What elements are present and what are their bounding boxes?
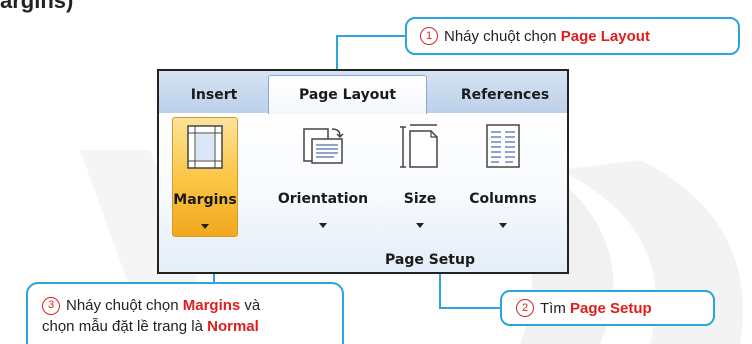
size-button[interactable]: Size <box>395 117 445 237</box>
callout-2-highlight: Page Setup <box>570 299 652 317</box>
step-number-1: 1 <box>420 27 438 45</box>
tab-page-layout[interactable]: Page Layout <box>268 75 427 114</box>
step-number-2: 2 <box>516 299 534 317</box>
tab-references[interactable]: References <box>445 77 565 113</box>
columns-dropdown-arrow-icon <box>499 223 507 228</box>
step-number-3: 3 <box>42 296 60 315</box>
size-dropdown-arrow-icon <box>416 223 424 228</box>
orientation-dropdown-arrow-icon <box>319 223 327 228</box>
columns-icon <box>486 124 520 168</box>
tab-insert[interactable]: Insert <box>163 77 265 113</box>
callout-3-line-1-suffix: và <box>240 297 261 314</box>
callout-3-line-1-highlight: Margins <box>182 297 241 314</box>
slide-canvas: argins) Insert Page Layout References Ma… <box>0 0 752 344</box>
callout-3-line-1: 3 Nháy chuột chọn Margins và <box>42 295 260 316</box>
callout-3-line-2: chọn mẫu đặt lề trang là Normal <box>42 316 259 337</box>
margins-icon <box>187 125 223 169</box>
columns-label: Columns <box>469 191 537 207</box>
page-setup-group-label: Page Setup <box>385 252 475 268</box>
size-label: Size <box>403 191 437 207</box>
callout-2-text: Tìm <box>540 299 570 317</box>
columns-button[interactable]: Columns <box>457 117 549 237</box>
callout-3-line-2-text: chọn mẫu đặt lề trang là <box>42 318 208 335</box>
callout-3-line-1-text: Nháy chuột chọn <box>66 297 183 314</box>
callout-3-line-2-highlight: Normal <box>207 318 259 335</box>
margins-button[interactable]: Margins <box>172 117 238 237</box>
size-icon <box>400 124 438 168</box>
callout-step-3: 3 Nháy chuột chọn Margins và chọn mẫu đặ… <box>26 282 344 344</box>
ribbon-tab-strip: Insert Page Layout References <box>159 71 567 114</box>
callout-1-highlight: Page Layout <box>560 27 650 45</box>
callout-step-2: 2 Tìm Page Setup <box>500 290 715 326</box>
orientation-label: Orientation <box>277 191 369 207</box>
word-ribbon-page-layout: Insert Page Layout References Margins Or… <box>157 69 569 274</box>
orientation-button[interactable]: Orientation <box>265 117 381 237</box>
margins-dropdown-arrow-icon <box>201 224 209 229</box>
orientation-icon <box>303 128 344 164</box>
page-top-text: argins) <box>0 0 74 13</box>
callout-step-1: 1 Nháy chuột chọn Page Layout <box>405 17 740 55</box>
callout-1-text: Nháy chuột chọn <box>444 27 561 45</box>
margins-label: Margins <box>173 192 237 208</box>
